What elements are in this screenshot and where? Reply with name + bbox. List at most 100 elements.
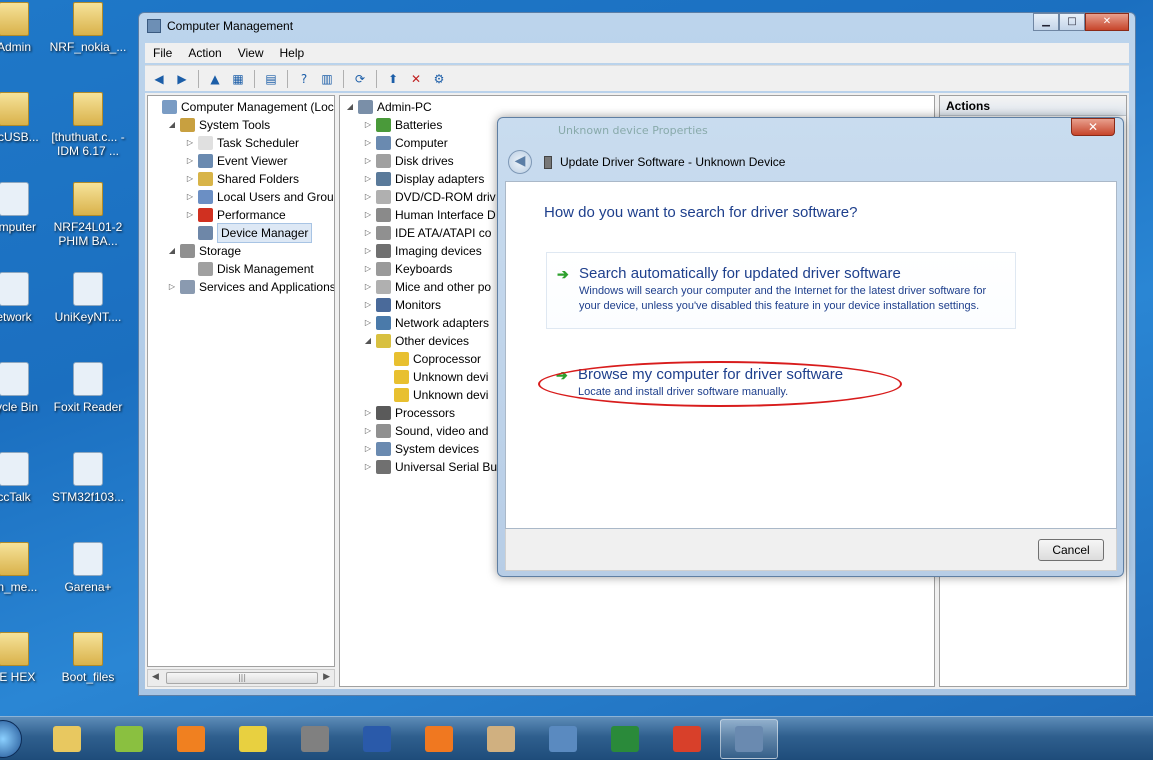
expand-icon[interactable]: ▷	[364, 296, 372, 314]
forward-icon[interactable]: ▶	[172, 69, 192, 89]
tree-item[interactable]: ▷ Task Scheduler	[186, 134, 299, 152]
expand-icon[interactable]: ▷	[364, 260, 372, 278]
tree-item[interactable]: ▷ Batteries	[364, 116, 442, 134]
expand-icon[interactable]: ▷	[364, 278, 372, 296]
tree-item[interactable]: ▷ Services and Applications	[168, 278, 334, 296]
taskbar-explorer-button[interactable]	[38, 719, 96, 759]
tree-item[interactable]: ▷ Performance	[186, 206, 286, 224]
tree-item[interactable]: ▷ Processors	[364, 404, 455, 422]
taskbar-remote-desktop-button[interactable]	[534, 719, 592, 759]
desktop-icon[interactable]: omputer	[0, 182, 54, 234]
collapse-icon[interactable]: ◢	[168, 116, 176, 134]
back-arrow-icon[interactable]: ◀	[508, 150, 532, 174]
expand-icon[interactable]: ▷	[364, 242, 372, 260]
expand-icon[interactable]: ▷	[364, 458, 372, 476]
expand-icon[interactable]: ▷	[186, 188, 194, 206]
menu-view[interactable]: View	[230, 43, 272, 63]
expand-icon[interactable]: ▷	[364, 116, 372, 134]
title-bar[interactable]: Computer Management ▁ □ ✕	[139, 13, 1135, 41]
tree-item[interactable]: ▷ Universal Serial Bu	[364, 458, 497, 476]
tree-item[interactable]: ▷ Human Interface D	[364, 206, 496, 224]
desktop-icon[interactable]: NRF24L01-2 PHIM BA...	[48, 182, 128, 248]
collapse-icon[interactable]: ◢	[168, 242, 176, 260]
tree-item[interactable]: ▷ Keyboards	[364, 260, 452, 278]
tree-item[interactable]: ◢ System Tools	[168, 116, 270, 134]
expand-icon[interactable]: ▷	[364, 422, 372, 440]
collapse-icon[interactable]: ◢	[364, 332, 372, 350]
expand-icon[interactable]: ▷	[364, 314, 372, 332]
tree-item[interactable]: Coprocessor	[382, 350, 481, 368]
show-hide-tree-icon[interactable]: ▦	[228, 69, 248, 89]
uninstall-icon[interactable]: ✕	[406, 69, 426, 89]
tree-item[interactable]: ▷ Display adapters	[364, 170, 484, 188]
tree-item[interactable]: Unknown devi	[382, 386, 488, 404]
update-driver-icon[interactable]: ⬆	[383, 69, 403, 89]
tree-item[interactable]: ▷ DVD/CD-ROM driv	[364, 188, 496, 206]
taskbar-paint-button[interactable]	[472, 719, 530, 759]
help-icon[interactable]: ?	[294, 69, 314, 89]
expand-icon[interactable]: ▷	[186, 152, 194, 170]
taskbar-chip-tool-button[interactable]	[224, 719, 282, 759]
maximize-button[interactable]: □	[1059, 13, 1085, 31]
expand-icon[interactable]: ▷	[364, 188, 372, 206]
tree-item[interactable]: ◢ Other devices	[364, 332, 469, 350]
menu-file[interactable]: File	[145, 43, 180, 63]
dialog-close-button[interactable]: ✕	[1071, 118, 1115, 136]
tree-item[interactable]: ▷ Local Users and Groups	[186, 188, 334, 206]
taskbar-computer-management-button[interactable]	[720, 718, 778, 759]
taskbar-ic-chip-button[interactable]	[286, 719, 344, 759]
search-automatically-option[interactable]: ➔ Search automatically for updated drive…	[546, 252, 1016, 329]
scroll-left-icon[interactable]: ◀	[152, 672, 159, 682]
tree-item[interactable]: ◢ Storage	[168, 242, 241, 260]
collapse-icon[interactable]: ◢	[346, 98, 354, 116]
up-folder-icon[interactable]: ▲	[205, 69, 225, 89]
tree-item[interactable]: ◢ Admin-PC	[346, 98, 432, 116]
start-button[interactable]	[0, 717, 34, 760]
desktop-icon[interactable]: Foxit Reader	[48, 362, 128, 414]
taskbar-pdf-tool-button[interactable]	[410, 719, 468, 759]
taskbar-excel-button[interactable]	[596, 719, 654, 759]
desktop-icon[interactable]: Garena+	[48, 542, 128, 594]
tree-item[interactable]: ▷ Disk drives	[364, 152, 454, 170]
desktop-icon[interactable]: Boot_files	[48, 632, 128, 684]
tree-item[interactable]: ▷ Network adapters	[364, 314, 489, 332]
desktop-icon[interactable]: an_me...	[0, 542, 54, 594]
tree-item[interactable]: Unknown devi	[382, 368, 488, 386]
tree-item[interactable]: ▷ Computer	[364, 134, 448, 152]
tree-item[interactable]: ▷ Shared Folders	[186, 170, 299, 188]
desktop-icon[interactable]: LE HEX	[0, 632, 54, 684]
tree-item[interactable]: ▷ Imaging devices	[364, 242, 482, 260]
desktop-icon[interactable]: NRF_nokia_...	[48, 2, 128, 54]
tree-item[interactable]: ▷ Event Viewer	[186, 152, 287, 170]
tree-item[interactable]: ▷ IDE ATA/ATAPI co	[364, 224, 491, 242]
desktop-icon[interactable]: [thuthuat.c... - IDM 6.17 ...	[48, 92, 128, 158]
expand-icon[interactable]: ▷	[364, 134, 372, 152]
desktop-icon[interactable]: cycle Bin	[0, 362, 54, 414]
expand-icon[interactable]: ▷	[364, 206, 372, 224]
tree-item[interactable]: Device Manager	[186, 223, 313, 243]
show-action-pane-icon[interactable]: ▥	[317, 69, 337, 89]
taskbar-isis-button[interactable]	[348, 719, 406, 759]
expand-icon[interactable]: ▷	[364, 224, 372, 242]
scan-hardware-icon[interactable]: ⟳	[350, 69, 370, 89]
taskbar-media-player-button[interactable]	[162, 719, 220, 759]
taskbar-wheel-button[interactable]	[100, 719, 158, 759]
desktop-icon[interactable]: etwork	[0, 272, 54, 324]
horizontal-scrollbar[interactable]: ◀ ||| ▶	[147, 669, 335, 687]
cancel-button[interactable]: Cancel	[1038, 539, 1104, 561]
tree-item[interactable]: ▷ Sound, video and	[364, 422, 488, 440]
tree-item[interactable]: ▷ System devices	[364, 440, 479, 458]
desktop-icon[interactable]: STM32f103...	[48, 452, 128, 504]
back-icon[interactable]: ◀	[149, 69, 169, 89]
taskbar-chrome-button[interactable]	[658, 719, 716, 759]
browse-computer-option[interactable]: ➔ Browse my computer for driver software…	[546, 354, 1016, 414]
expand-icon[interactable]: ▷	[186, 134, 194, 152]
desktop-icon[interactable]: UniKeyNT....	[48, 272, 128, 324]
expand-icon[interactable]: ▷	[186, 170, 194, 188]
desktop-icon[interactable]: Admin	[0, 2, 54, 54]
tree-item[interactable]: Disk Management	[186, 260, 314, 278]
minimize-button[interactable]: ▁	[1033, 13, 1059, 31]
expand-icon[interactable]: ▷	[186, 206, 194, 224]
scroll-right-icon[interactable]: ▶	[323, 672, 330, 682]
tree-item[interactable]: ▷ Mice and other po	[364, 278, 491, 296]
